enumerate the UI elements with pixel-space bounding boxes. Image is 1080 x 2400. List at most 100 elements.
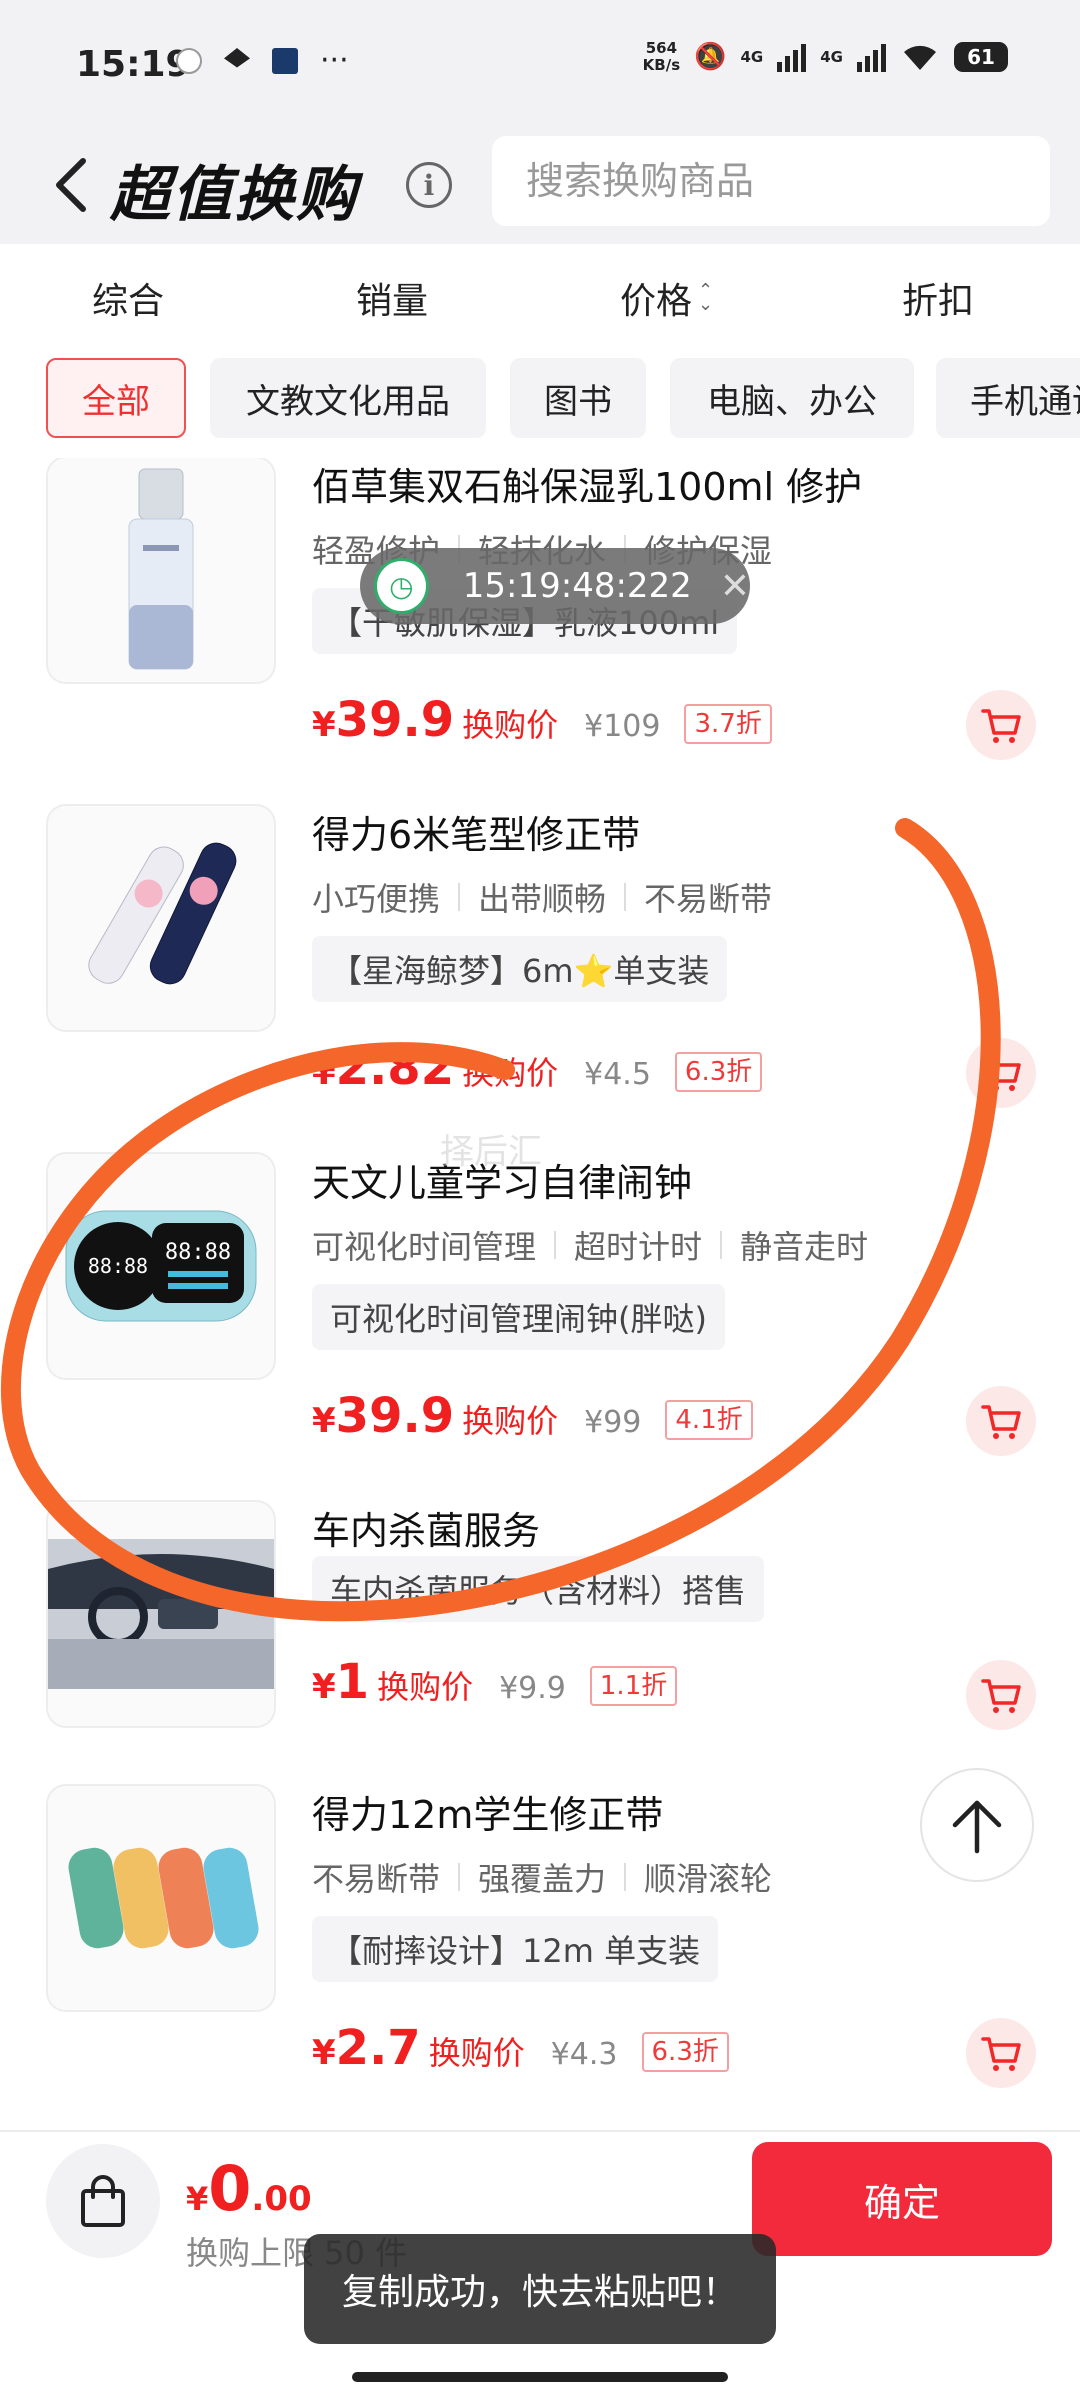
close-icon[interactable]: ✕ (720, 566, 750, 607)
correction-tape-set-image (68, 1847, 259, 1949)
scroll-top-button[interactable] (920, 1768, 1034, 1882)
signal-icon-2 (857, 42, 886, 72)
alarm-clock-image: 88:88 88:88 (65, 1210, 257, 1322)
add-to-cart-button[interactable] (966, 2018, 1036, 2088)
network-speed-unit: KB/s (642, 56, 681, 74)
cart-bag-button[interactable] (46, 2144, 160, 2258)
category-chip-phones[interactable]: 手机通讯 (936, 358, 1080, 438)
add-to-cart-button[interactable] (966, 1038, 1036, 1108)
product-tag: 小巧便携 (312, 880, 441, 918)
arrow-up-icon (952, 1800, 1002, 1854)
signal-icon (777, 42, 807, 72)
sort-tab-price[interactable]: 价格 ⌃ ⌄ (620, 272, 713, 324)
search-box[interactable] (492, 136, 1050, 226)
discount-badge: 6.3折 (641, 2032, 729, 2072)
category-chip-all[interactable]: 全部 (46, 358, 186, 438)
back-button[interactable] (46, 150, 96, 220)
product-price: 39.9 (335, 1388, 455, 1444)
price-currency: ¥ (312, 1401, 336, 1441)
app-notification-icon (272, 48, 298, 74)
info-icon[interactable]: i (406, 162, 452, 208)
category-chip-computer-office[interactable]: 电脑、办公 (670, 358, 914, 438)
discount-badge: 3.7折 (684, 704, 772, 744)
add-to-cart-button[interactable] (966, 1660, 1036, 1730)
product-card[interactable]: 得力6米笔型修正带 小巧便携 出带顺畅 不易断带 【星海鲸梦】6m⭐单支装 ¥ … (0, 804, 1080, 1152)
toast-message: 复制成功，快去粘贴吧！ (304, 2234, 776, 2344)
shopping-bag-icon (81, 2175, 125, 2227)
category-chip-books[interactable]: 图书 (510, 358, 646, 438)
product-image[interactable] (46, 458, 276, 684)
product-title: 得力12m学生修正带 (312, 1793, 664, 1837)
status-bar: 15:19 ··· 564 KB/s 🔕 4G 4G 61 (0, 0, 1080, 128)
price-currency: ¥ (312, 705, 336, 745)
timer-overlay[interactable]: ◷ 15:19:48:222 ✕ (360, 548, 750, 624)
product-image[interactable] (46, 1500, 276, 1728)
cart-icon (981, 2037, 1021, 2071)
cart-icon (981, 709, 1021, 743)
product-card[interactable]: 得力12m学生修正带 不易断带 强覆盖力 顺滑滚轮 【耐摔设计】12m 单支装 … (0, 1784, 1080, 2130)
wifi-icon (904, 45, 936, 70)
sort-tab-discount[interactable]: 折扣 (902, 272, 974, 324)
chevron-left-icon (56, 158, 86, 212)
cart-icon (981, 1405, 1021, 1439)
product-tags: 不易断带 强覆盖力 顺滑滚轮 (312, 1854, 772, 1900)
category-chip-stationery[interactable]: 文教文化用品 (210, 358, 486, 438)
sort-tab-label: 综合 (92, 281, 165, 322)
product-image[interactable] (46, 804, 276, 1032)
cart-icon (981, 1679, 1021, 1713)
network-speed: 564 KB/s (643, 40, 680, 74)
product-tag: 不易断带 (312, 1860, 441, 1898)
discount-badge: 1.1折 (589, 1666, 678, 1706)
sort-tab-overall[interactable]: 综合 (92, 272, 164, 324)
status-right-icons: 564 KB/s 🔕 4G 4G 61 (643, 40, 1008, 74)
product-spec[interactable]: 【星海鲸梦】6m⭐单支装 (312, 936, 728, 1002)
price-currency: ¥ (312, 1053, 336, 1093)
product-price-row: ¥ 39.9 换购价 ¥109 3.7折 (312, 692, 772, 748)
tag-divider (458, 883, 461, 911)
product-price-row: ¥ 2.82 换购价 ¥4.5 6.3折 (312, 1040, 763, 1096)
swap-price-label: 换购价 (462, 706, 559, 744)
product-card[interactable]: 佰草集双石斛保湿乳100ml 修护 轻盈修护 轻抹化水 修护保湿 【干敏肌保湿】… (0, 458, 1080, 804)
timer-app-icon: ◷ (374, 558, 429, 614)
product-price: 1 (335, 1654, 370, 1710)
sort-tab-label: 折扣 (902, 281, 975, 322)
battery-icon: 61 (954, 42, 1008, 72)
layers-icon (224, 48, 250, 68)
product-card[interactable]: 车内杀菌服务 车内杀菌服务（含材料）搭售 ¥ 1 换购价 ¥9.9 1.1折 (0, 1500, 1080, 1780)
original-price: ¥109 (584, 709, 661, 744)
product-price-row: ¥ 2.7 换购价 ¥4.3 6.3折 (312, 2020, 729, 2076)
total-decimal: .00 (251, 2179, 312, 2219)
product-image[interactable] (46, 1784, 276, 2012)
product-title: 得力6米笔型修正带 (312, 813, 641, 857)
product-tag: 出带顺畅 (478, 880, 607, 918)
add-to-cart-button[interactable] (966, 1386, 1036, 1456)
price-currency: ¥ (312, 1667, 336, 1707)
product-spec[interactable]: 可视化时间管理闹钟(胖哒) (312, 1284, 725, 1350)
confirm-button[interactable]: 确定 (752, 2142, 1052, 2256)
home-indicator[interactable] (352, 2372, 728, 2382)
add-to-cart-button[interactable] (966, 690, 1036, 760)
status-notification-icons: ··· (176, 46, 349, 76)
notification-app-icon (176, 48, 202, 74)
total-integer: 0 (208, 2152, 252, 2225)
product-spec[interactable]: 车内杀菌服务（含材料）搭售 (312, 1556, 765, 1622)
sort-tab-sales[interactable]: 销量 (356, 272, 428, 324)
svg-text:88:88: 88:88 (88, 1254, 148, 1278)
original-price: ¥9.9 (499, 1671, 566, 1706)
product-card[interactable]: 88:88 88:88 天文儿童学习自律闹钟 可视化时间管理 超时计时 静音走时… (0, 1152, 1080, 1500)
category-chips: 全部 文教文化用品 图书 电脑、办公 手机通讯 (0, 354, 1080, 458)
watermark: 择后汇 (440, 1132, 542, 1172)
swap-price-label: 换购价 (462, 1402, 559, 1440)
network-speed-value: 564 (645, 39, 678, 57)
product-tag: 强覆盖力 (478, 1860, 607, 1898)
product-tag: 顺滑滚轮 (644, 1860, 773, 1898)
product-tag: 不易断带 (644, 880, 773, 918)
search-input[interactable] (492, 136, 1050, 226)
sort-arrows-icon: ⌃ ⌄ (698, 280, 714, 315)
product-spec[interactable]: 【耐摔设计】12m 单支装 (312, 1916, 719, 1982)
svg-text:88:88: 88:88 (165, 1240, 231, 1265)
product-image[interactable]: 88:88 88:88 (46, 1152, 276, 1380)
product-tag: 可视化时间管理 (312, 1228, 537, 1266)
sort-bar: 综合 销量 价格 ⌃ ⌄ 折扣 (0, 244, 1080, 354)
product-title: 佰草集双石斛保湿乳100ml 修护 (312, 465, 863, 509)
